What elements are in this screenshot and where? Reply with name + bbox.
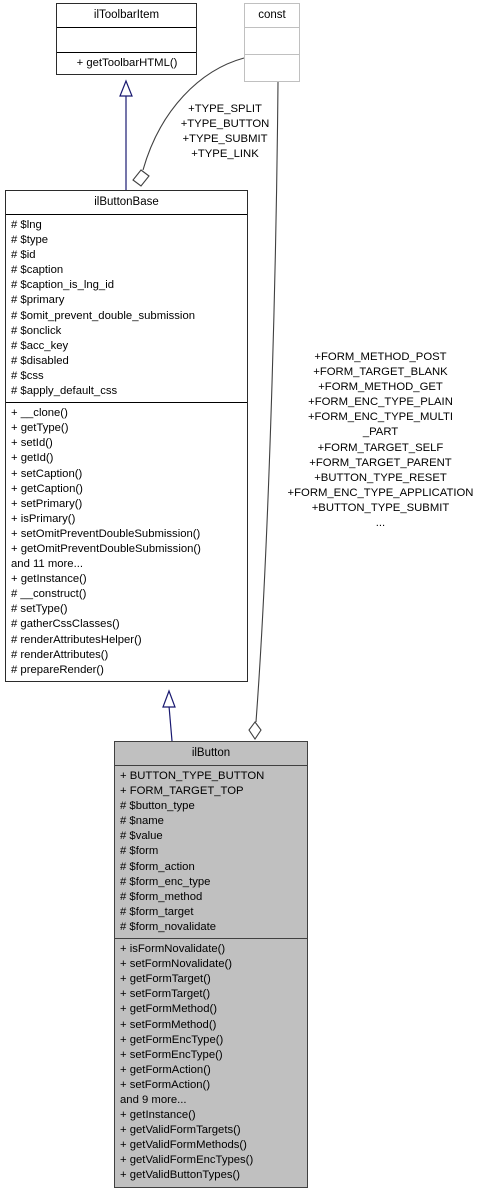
method-item: + getFormTarget() bbox=[120, 973, 211, 986]
method-item: + getCaption() bbox=[11, 482, 83, 495]
class-box-iltoolbaritem[interactable]: ilToolbarItem + getToolbarHTML() bbox=[56, 3, 197, 76]
method-item-more: and 11 more... bbox=[11, 558, 84, 571]
attribute-item: # $acc_key bbox=[11, 339, 69, 352]
attribute-item: # $value bbox=[120, 830, 163, 843]
method-item: + getInstance() bbox=[11, 573, 87, 586]
attribute-item: # $id bbox=[11, 249, 36, 262]
method-item: + setFormEncType() bbox=[120, 1048, 223, 1061]
attribute-item: # $name bbox=[120, 815, 164, 828]
attribute-item: # $type bbox=[11, 234, 49, 247]
attributes-section-ilbuttonbase: # $lng # $type # $id # $caption # $capti… bbox=[6, 215, 247, 402]
attribute-item: # $caption bbox=[11, 264, 64, 277]
method-item: + getFormMethod() bbox=[120, 1003, 217, 1016]
method-item: + getFormAction() bbox=[120, 1063, 211, 1076]
edge-label-const-buttonbase: +TYPE_SPLIT +TYPE_BUTTON +TYPE_SUBMIT +T… bbox=[180, 103, 270, 161]
method-item: + getFormEncType() bbox=[120, 1033, 224, 1046]
aggregation-diamond-buttonbase bbox=[132, 169, 150, 187]
class-title-ilbutton: ilButton bbox=[191, 747, 231, 759]
methods-section-ilbuttonbase: + __clone() + getType() + setId() + getI… bbox=[6, 403, 247, 681]
class-title-ilbuttonbase: ilButtonBase bbox=[94, 196, 159, 208]
method-item: + setPrimary() bbox=[11, 497, 83, 510]
methods-section-iltoolbaritem: + getToolbarHTML() bbox=[57, 53, 196, 74]
method-item: + getType() bbox=[11, 422, 69, 435]
attribute-item: # $primary bbox=[11, 294, 65, 307]
edge-label-const-button: +FORM_METHOD_POST +FORM_TARGET_BLANK +FO… bbox=[287, 351, 474, 530]
method-item: + setFormNovalidate() bbox=[120, 958, 233, 971]
method-item: + getValidFormEncTypes() bbox=[120, 1154, 254, 1167]
attribute-item: # $apply_default_css bbox=[11, 385, 118, 398]
class-title-const: const bbox=[258, 9, 286, 21]
attribute-item: # $form bbox=[120, 845, 159, 858]
attributes-section-iltoolbaritem bbox=[57, 28, 196, 52]
method-item: + setOmitPreventDoubleSubmission() bbox=[11, 527, 201, 540]
method-item: + getToolbarHTML() bbox=[76, 57, 178, 69]
method-item: # __construct() bbox=[11, 588, 87, 601]
attribute-item: # $button_type bbox=[120, 800, 195, 813]
class-title-iltoolbaritem: ilToolbarItem bbox=[93, 9, 160, 21]
attributes-section-ilbutton: + BUTTON_TYPE_BUTTON + FORM_TARGET_TOP #… bbox=[115, 766, 307, 938]
method-item: + setFormTarget() bbox=[120, 988, 211, 1001]
method-item: # gatherCssClasses() bbox=[11, 618, 120, 631]
attribute-item: # $form_novalidate bbox=[120, 920, 217, 933]
method-item: + getValidFormTargets() bbox=[120, 1124, 241, 1137]
attribute-item: # $omit_prevent_double_submission bbox=[11, 309, 196, 322]
method-item: # renderAttributesHelper() bbox=[11, 633, 142, 646]
methods-section-ilbutton: + isFormNovalidate() + setFormNovalidate… bbox=[115, 939, 307, 1187]
attribute-item: # $lng bbox=[11, 219, 42, 231]
attribute-item: # $form_method bbox=[120, 890, 203, 903]
uml-diagram-canvas: ilToolbarItem + getToolbarHTML() const +… bbox=[0, 0, 503, 1191]
class-box-const[interactable]: const bbox=[244, 3, 300, 82]
attribute-item: # $form_action bbox=[120, 860, 195, 873]
method-item: + isFormNovalidate() bbox=[120, 943, 226, 956]
attribute-item: # $onclick bbox=[11, 324, 62, 337]
method-item-more: and 9 more... bbox=[120, 1093, 187, 1106]
method-item: + getValidButtonTypes() bbox=[120, 1169, 241, 1182]
method-item: + setFormAction() bbox=[120, 1078, 211, 1091]
method-item: + setFormMethod() bbox=[120, 1018, 217, 1031]
method-item: + getValidFormMethods() bbox=[120, 1139, 247, 1152]
method-item: # prepareRender() bbox=[11, 663, 104, 676]
attributes-section-const bbox=[245, 28, 299, 54]
method-item: + getInstance() bbox=[120, 1109, 196, 1122]
method-item: + getId() bbox=[11, 452, 54, 465]
attribute-item: # $css bbox=[11, 369, 44, 382]
attribute-item: # $form_target bbox=[120, 905, 194, 918]
attribute-item: # $form_enc_type bbox=[120, 875, 211, 888]
method-item: # setType() bbox=[11, 603, 68, 616]
class-box-ilbuttonbase[interactable]: ilButtonBase # $lng # $type # $id # $cap… bbox=[5, 190, 248, 682]
aggregation-diamond-button bbox=[248, 721, 262, 740]
method-item: + getOmitPreventDoubleSubmission() bbox=[11, 542, 201, 555]
method-item: + setCaption() bbox=[11, 467, 83, 480]
inheritance-arrowhead-buttonbase bbox=[162, 689, 176, 708]
attribute-item: + BUTTON_TYPE_BUTTON bbox=[120, 770, 265, 782]
method-item: + setId() bbox=[11, 437, 53, 450]
method-item: + __clone() bbox=[11, 407, 68, 420]
inheritance-line-button-buttonbase bbox=[168, 705, 173, 742]
method-item: # renderAttributes() bbox=[11, 648, 109, 661]
methods-section-const bbox=[245, 55, 299, 81]
attribute-item: + FORM_TARGET_TOP bbox=[120, 785, 244, 798]
inheritance-arrowhead-toolbaritem bbox=[119, 79, 133, 97]
class-box-ilbutton[interactable]: ilButton + BUTTON_TYPE_BUTTON + FORM_TAR… bbox=[114, 741, 308, 1188]
attribute-item: # $disabled bbox=[11, 354, 69, 367]
attribute-item: # $caption_is_lng_id bbox=[11, 279, 115, 292]
method-item: + isPrimary() bbox=[11, 512, 76, 525]
